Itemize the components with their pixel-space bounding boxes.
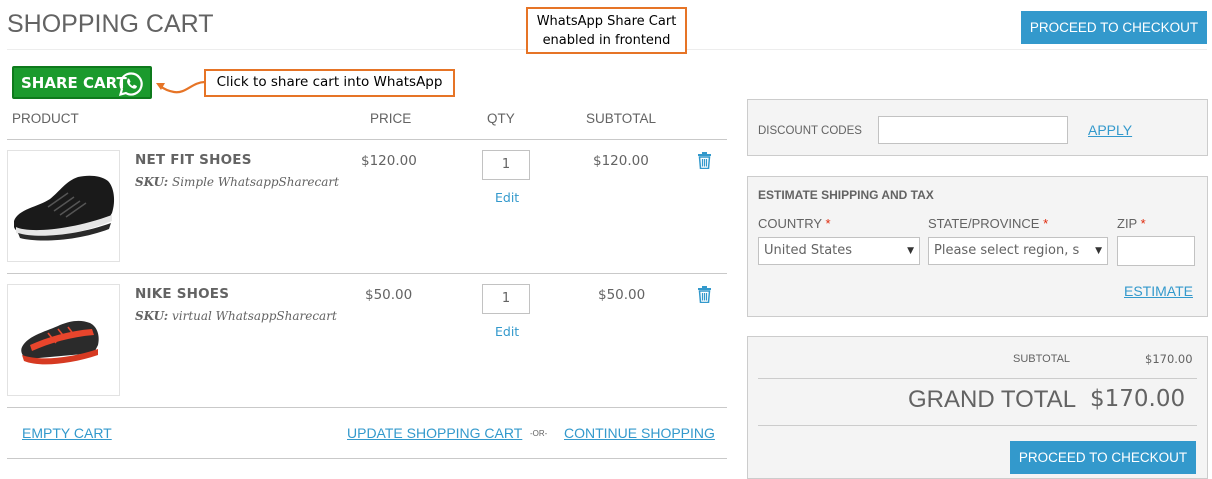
- frontend-callout: WhatsApp Share Cart enabled in frontend: [526, 7, 687, 54]
- apply-discount-link[interactable]: APPLY: [1088, 122, 1132, 138]
- frontend-callout-line1: WhatsApp Share Cart: [536, 14, 677, 29]
- proceed-to-checkout-button-bottom[interactable]: PROCEED TO CHECKOUT: [1010, 441, 1196, 474]
- state-select-value: Please select region, s: [934, 243, 1080, 258]
- discount-code-input[interactable]: [878, 116, 1068, 144]
- country-label: COUNTRY *: [758, 216, 831, 231]
- discount-codes-label: DISCOUNT CODES: [758, 125, 862, 137]
- sku-label: SKU:: [135, 309, 169, 323]
- product-image-net-fit-shoes[interactable]: [7, 150, 120, 262]
- continue-shopping-link[interactable]: CONTINUE SHOPPING: [564, 425, 715, 441]
- column-header-qty: QTY: [487, 111, 515, 126]
- table-row-divider: [7, 407, 727, 408]
- or-separator: -OR-: [530, 429, 548, 438]
- qty-input[interactable]: 1: [482, 150, 530, 180]
- zip-label-text: ZIP: [1117, 216, 1137, 231]
- state-label: STATE/PROVINCE *: [928, 216, 1048, 231]
- zip-label: ZIP *: [1117, 216, 1146, 231]
- share-cart-label: SHARE CART: [21, 73, 127, 92]
- product-name[interactable]: NIKE SHOES: [135, 286, 229, 302]
- share-cart-button[interactable]: SHARE CART: [12, 66, 152, 99]
- column-header-subtotal: SUBTOTAL: [586, 111, 657, 126]
- item-price: $50.00: [365, 287, 413, 303]
- item-price: $120.00: [361, 153, 417, 169]
- proceed-to-checkout-button-top[interactable]: PROCEED TO CHECKOUT: [1021, 11, 1207, 44]
- totals-divider: [758, 378, 1197, 379]
- callout-arrow-icon: [156, 80, 206, 94]
- totals-divider: [758, 425, 1197, 426]
- product-sku: SKU: virtual WhatsappSharecart: [135, 309, 337, 323]
- country-select-value: United States: [764, 243, 853, 258]
- whatsapp-icon: [118, 71, 144, 101]
- empty-cart-link[interactable]: EMPTY CART: [22, 425, 112, 441]
- product-name[interactable]: NET FIT SHOES: [135, 152, 252, 168]
- required-mark: *: [825, 216, 831, 231]
- subtotal-label: SUBTOTAL: [1013, 353, 1071, 365]
- shipping-title: ESTIMATE SHIPPING AND TAX: [758, 188, 934, 202]
- required-mark: *: [1140, 216, 1146, 231]
- product-image-nike-shoes[interactable]: [7, 284, 120, 396]
- required-mark: *: [1043, 216, 1049, 231]
- item-subtotal: $120.00: [593, 153, 649, 169]
- zip-input[interactable]: [1117, 236, 1195, 266]
- column-header-price: PRICE: [370, 111, 412, 126]
- frontend-callout-line2: enabled in frontend: [542, 33, 671, 48]
- column-header-product: PRODUCT: [12, 111, 79, 126]
- sku-value: virtual WhatsappSharecart: [171, 309, 337, 323]
- grand-total-value: $170.00: [1090, 386, 1186, 412]
- chevron-down-icon: ▼: [1095, 246, 1102, 256]
- grand-total-label: GRAND TOTAL: [908, 386, 1077, 413]
- qty-input[interactable]: 1: [482, 284, 530, 314]
- trash-icon[interactable]: [697, 286, 712, 308]
- share-hint-callout: Click to share cart into WhatsApp: [204, 69, 455, 97]
- edit-item-link[interactable]: Edit: [495, 324, 519, 339]
- sku-value: Simple WhatsappSharecart: [171, 175, 339, 189]
- state-select[interactable]: Please select region, s ▼: [928, 237, 1108, 265]
- subtotal-value: $170.00: [1145, 352, 1193, 366]
- table-header-divider: [7, 139, 727, 140]
- item-subtotal: $50.00: [598, 287, 646, 303]
- table-row-divider: [7, 273, 727, 274]
- product-sku: SKU: Simple WhatsappSharecart: [135, 175, 339, 189]
- page-title: SHOPPING CART: [7, 10, 214, 38]
- country-label-text: COUNTRY: [758, 216, 822, 231]
- state-label-text: STATE/PROVINCE: [928, 216, 1040, 231]
- country-select[interactable]: United States ▼: [758, 237, 920, 265]
- estimate-link[interactable]: ESTIMATE: [1124, 283, 1193, 299]
- trash-icon[interactable]: [697, 152, 712, 174]
- update-shopping-cart-link[interactable]: UPDATE SHOPPING CART: [347, 425, 522, 441]
- edit-item-link[interactable]: Edit: [495, 190, 519, 205]
- chevron-down-icon: ▼: [907, 246, 914, 256]
- sku-label: SKU:: [135, 175, 169, 189]
- table-footer-divider: [7, 458, 727, 459]
